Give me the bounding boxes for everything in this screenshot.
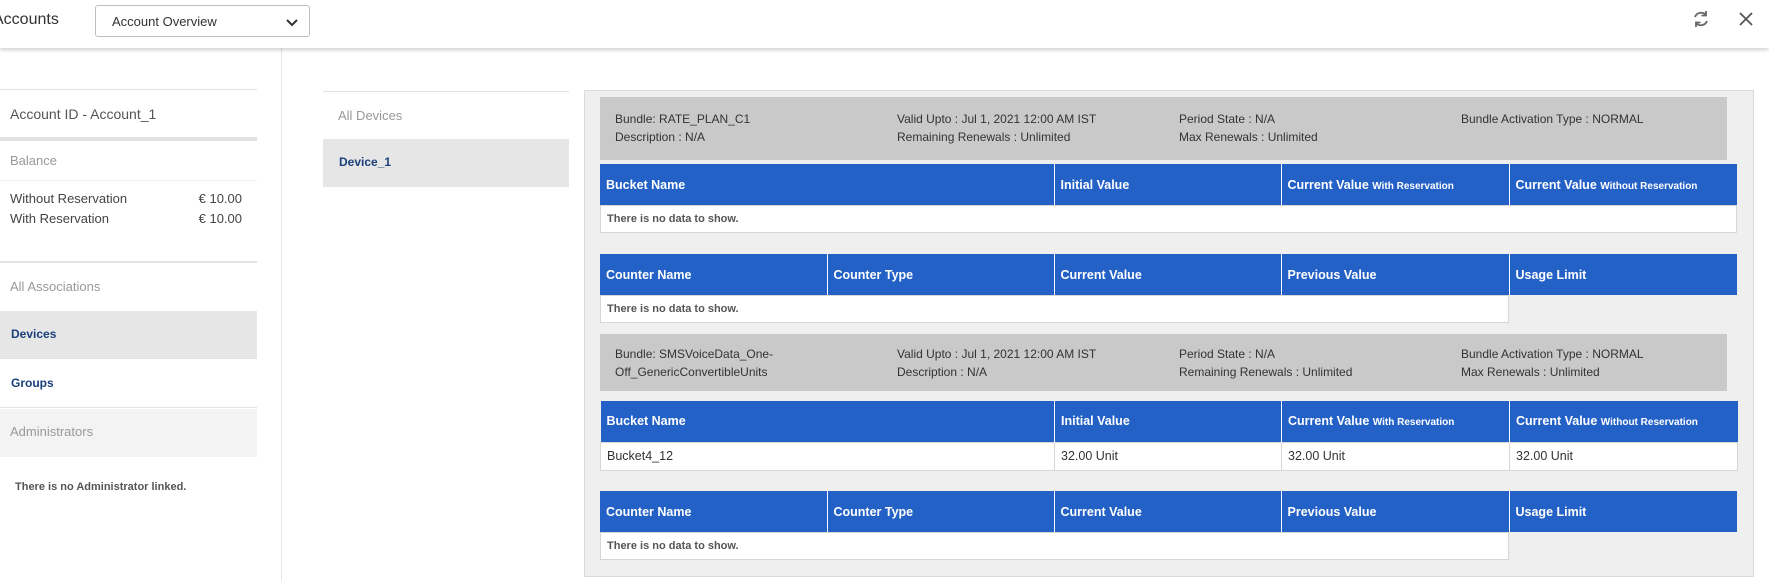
column-header: Previous Value [1281, 254, 1510, 295]
column-header-label: Current Value [1515, 177, 1597, 192]
balance-header: Balance [10, 153, 57, 168]
balance-value: € 10.00 [198, 211, 242, 226]
device-item-label: Device_1 [339, 155, 392, 169]
associations-header-label: All Associations [10, 279, 101, 294]
view-select-value: Account Overview [112, 14, 217, 29]
balance-label: Without Reservation [10, 191, 128, 206]
column-header: Current Value With Reservation [1281, 164, 1510, 205]
bundle-max-renewals: Max Renewals : Unlimited [1461, 365, 1600, 379]
column-header: Counter Name [600, 254, 828, 295]
bundle-header: Bundle: SMSVoiceData_One- Off_GenericCon… [600, 334, 1727, 391]
bundle-name: Bundle: RATE_PLAN_C1 [615, 112, 751, 126]
column-header-label: Current Value [1288, 414, 1370, 429]
bundle-max-renewals: Max Renewals : Unlimited [1179, 130, 1318, 144]
bundle-remaining-renewals: Remaining Renewals : Unlimited [897, 130, 1071, 144]
bucket-table: Bucket Name Initial Value Current Value … [600, 164, 1737, 205]
close-icon[interactable] [1736, 9, 1756, 29]
counter-table: Counter Name Counter Type Current Value … [600, 254, 1737, 295]
column-header: Current Value Without Reservation [1509, 164, 1737, 205]
page-title: Accounts [0, 11, 59, 28]
balance-section: Balance Without Reservation € 10.00 With… [0, 143, 257, 263]
bundle-period-state: Period State : N/A [1179, 347, 1276, 361]
table-row: Bucket4_12 32.00 Unit 32.00 Unit 32.00 U… [600, 441, 1738, 471]
sidebar-item-label: Devices [11, 327, 57, 341]
column-header: Current Value [1054, 254, 1282, 295]
device-item[interactable]: Device_1 [323, 139, 569, 187]
administrators-header-label: Administrators [10, 424, 94, 439]
column-header: Bucket Name [600, 164, 1055, 205]
bucket-name-cell: Bucket4_12 [600, 441, 1055, 471]
column-header: Current Value Without Reservation [1509, 401, 1738, 442]
account-id: Account ID - Account_1 [0, 89, 257, 141]
column-header-sublabel: With Reservation [1372, 417, 1455, 429]
column-header: Initial Value [1054, 164, 1282, 205]
device-list-header-label: All Devices [338, 108, 403, 123]
bundle-remaining-renewals: Remaining Renewals : Unlimited [1179, 365, 1353, 379]
sidebar-item-groups[interactable]: Groups [0, 360, 257, 408]
divider [0, 180, 257, 181]
bundle-period-state: Period State : N/A [1179, 112, 1276, 126]
balance-row-with-reservation: With Reservation € 10.00 [10, 211, 242, 226]
bundle-name-continued: Off_GenericConvertibleUnits [615, 365, 768, 379]
column-header: Initial Value [1054, 401, 1282, 442]
balance-row-without-reservation: Without Reservation € 10.00 [10, 191, 242, 206]
bucket-table: Bucket Name Initial Value Current Value … [600, 401, 1738, 471]
column-header-sublabel: With Reservation [1372, 180, 1454, 192]
initial-value-cell: 32.00 Unit [1054, 441, 1282, 471]
bundle-activation-type: Bundle Activation Type : NORMAL [1461, 347, 1644, 361]
associations-header: All Associations [0, 263, 257, 311]
bundle-details-panel: Bundle: RATE_PLAN_C1 Description : N/A V… [584, 90, 1754, 577]
bundle-activation-type: Bundle Activation Type : NORMAL [1461, 112, 1644, 126]
column-header: Counter Type [827, 491, 1055, 532]
refresh-icon[interactable] [1691, 9, 1711, 29]
column-header-sublabel: Without Reservation [1600, 417, 1698, 429]
column-header: Counter Name [600, 491, 828, 532]
column-header: Usage Limit [1509, 491, 1737, 532]
no-admin-message: There is no Administrator linked. [15, 481, 187, 493]
empty-table-message: There is no data to show. [600, 295, 1509, 323]
chevron-down-icon [286, 19, 298, 27]
bundle-description: Description : N/A [897, 365, 988, 379]
bundle-name: Bundle: SMSVoiceData_One- [615, 347, 774, 361]
device-list: All Devices Device_1 [323, 91, 569, 187]
top-bar: Accounts Account Overview [0, 0, 1769, 48]
sidebar-item-label: Groups [11, 376, 54, 390]
column-header: Current Value [1054, 491, 1282, 532]
balance-label: With Reservation [10, 211, 109, 226]
sidebar-item-devices[interactable]: Devices [0, 311, 257, 359]
current-with-reservation-cell: 32.00 Unit [1281, 441, 1510, 471]
column-header-sublabel: Without Reservation [1600, 180, 1698, 192]
device-list-header: All Devices [323, 91, 569, 139]
column-header: Bucket Name [600, 401, 1055, 442]
column-header: Current Value With Reservation [1281, 401, 1510, 442]
counter-table: Counter Name Counter Type Current Value … [600, 491, 1737, 532]
empty-table-message: There is no data to show. [600, 205, 1737, 233]
column-header: Previous Value [1281, 491, 1510, 532]
account-id-label: Account ID - Account_1 [10, 106, 157, 122]
current-without-reservation-cell: 32.00 Unit [1509, 441, 1738, 471]
bundle-valid-upto: Valid Upto : Jul 1, 2021 12:00 AM IST [897, 347, 1097, 361]
balance-value: € 10.00 [198, 191, 242, 206]
empty-table-message: There is no data to show. [600, 532, 1509, 560]
column-header: Counter Type [827, 254, 1055, 295]
column-header-label: Current Value [1287, 177, 1369, 192]
bundle-description: Description : N/A [615, 130, 706, 144]
column-header-label: Current Value [1516, 414, 1598, 429]
account-sidebar: Account ID - Account_1 Balance Without R… [0, 48, 282, 581]
bundle-valid-upto: Valid Upto : Jul 1, 2021 12:00 AM IST [897, 112, 1097, 126]
view-select[interactable]: Account Overview [95, 5, 310, 37]
administrators-header: Administrators [0, 409, 257, 457]
column-header: Usage Limit [1509, 254, 1737, 295]
bundle-header: Bundle: RATE_PLAN_C1 Description : N/A V… [600, 97, 1727, 160]
